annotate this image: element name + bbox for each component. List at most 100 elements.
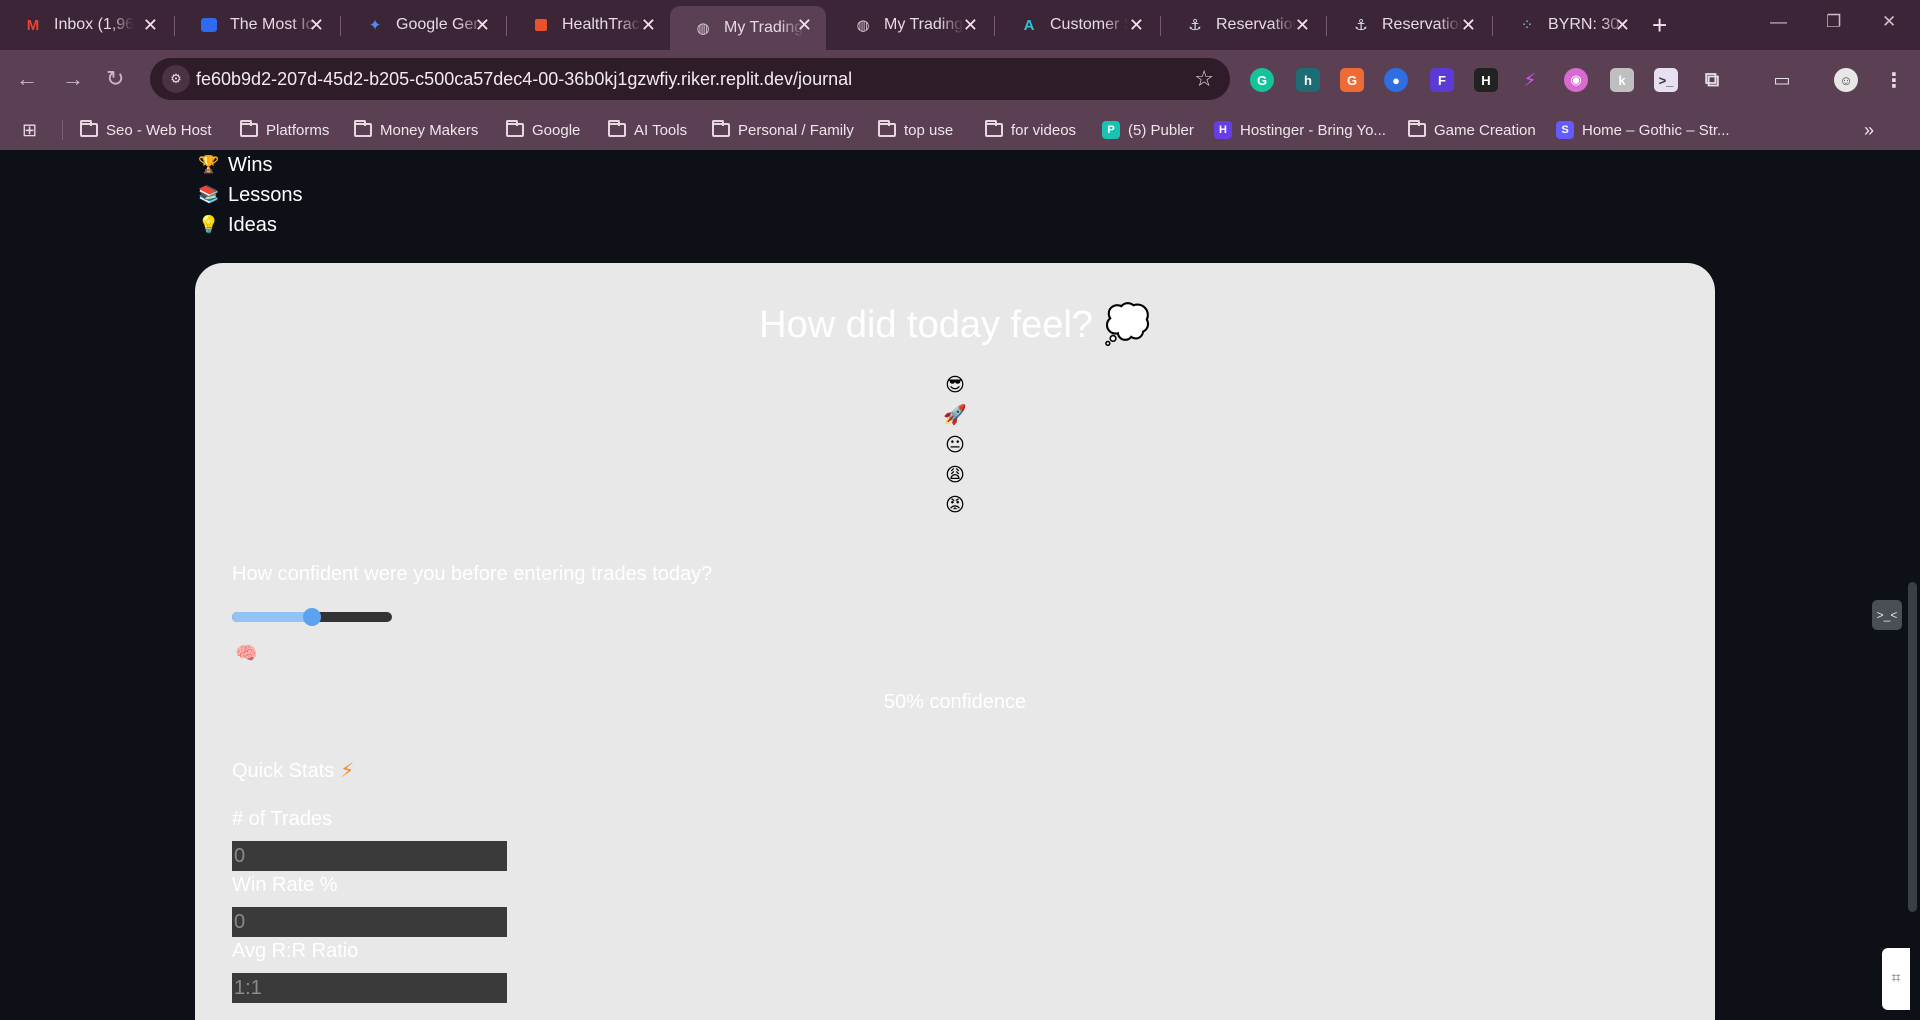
extension-blob-icon[interactable]: ◉: [1564, 68, 1588, 92]
rr-ratio-input[interactable]: [232, 973, 507, 1003]
reload-icon[interactable]: ↻: [106, 66, 124, 92]
avatar[interactable]: ☺: [1834, 68, 1858, 92]
bookmark-home-gothic[interactable]: S Home – Gothic – Str...: [1556, 110, 1730, 150]
extensions-puzzle-icon[interactable]: ⧉: [1700, 68, 1724, 92]
close-icon[interactable]: ✕: [1461, 15, 1476, 35]
folder-icon: [1408, 120, 1426, 137]
more-bookmarks-icon[interactable]: »: [1864, 110, 1874, 150]
forward-icon[interactable]: →: [62, 66, 84, 92]
tab-divider: [1326, 16, 1327, 36]
chart-icon: ⁘: [1520, 17, 1534, 34]
close-icon[interactable]: ✕: [309, 15, 324, 35]
quick-stats-label: Quick Stats: [232, 760, 335, 782]
globe-icon: ◍: [696, 20, 710, 37]
side-panel-tab-icon[interactable]: ⌗: [1882, 948, 1910, 1010]
bookmark-hostinger[interactable]: H Hostinger - Bring Yo...: [1214, 110, 1386, 150]
trophy-icon: 🏆: [198, 155, 220, 174]
close-icon[interactable]: ✕: [1295, 15, 1310, 35]
extension-circle-icon[interactable]: ●: [1384, 68, 1408, 92]
bookmark-star-icon[interactable]: ☆: [1194, 66, 1214, 92]
menu-icon[interactable]: ⋮: [1882, 68, 1906, 92]
tab-label: Reservation: [1382, 16, 1462, 33]
nav-item-wins[interactable]: 🏆 Wins: [198, 150, 303, 180]
tab-my-trading[interactable]: ◍ My Trading ✕: [830, 6, 992, 44]
bookmark-game-creation[interactable]: Game Creation: [1408, 110, 1536, 150]
tab-label: The Most Ic: [230, 16, 314, 33]
grammarly-icon[interactable]: G: [1250, 68, 1274, 92]
tab-divider: [1160, 16, 1161, 36]
new-tab-button[interactable]: +: [1652, 10, 1667, 40]
tab-my-trading-active[interactable]: ◍ My Trading ✕: [670, 6, 826, 50]
gemini-icon: ✦: [368, 17, 382, 34]
tab-most-iconic[interactable]: The Most Ic ✕: [176, 6, 338, 44]
slider-fill: [232, 612, 312, 622]
nav-item-ideas[interactable]: 💡 Ideas: [198, 210, 303, 240]
close-icon[interactable]: ✕: [475, 15, 490, 35]
close-icon[interactable]: ✕: [963, 15, 978, 35]
bookmark-top-use[interactable]: top use: [878, 110, 953, 150]
close-icon[interactable]: ✕: [641, 15, 656, 35]
bookmark-for-videos[interactable]: for videos: [985, 110, 1076, 150]
scrollbar-thumb[interactable]: [1908, 582, 1917, 912]
devtools-widget-icon[interactable]: >_<: [1872, 600, 1902, 630]
lightning-icon: ⚡: [340, 760, 355, 782]
extension-k-icon[interactable]: k: [1610, 68, 1634, 92]
bookmark-money-makers[interactable]: Money Makers: [354, 110, 478, 150]
trades-input[interactable]: [232, 841, 507, 871]
confidence-slider[interactable]: [232, 608, 392, 626]
tab-gmail[interactable]: M Inbox (1,96 ✕: [0, 6, 172, 44]
folder-icon: [878, 120, 896, 137]
restore-icon[interactable]: ❐: [1826, 12, 1841, 32]
bookmark-seo-web-host[interactable]: Seo - Web Host: [80, 110, 212, 150]
close-icon[interactable]: ✕: [143, 15, 158, 35]
site-info-icon[interactable]: ⚙: [162, 65, 190, 93]
feel-title: How did today feel? 💭: [759, 304, 1151, 346]
mood-tired-icon[interactable]: 😩: [943, 460, 967, 490]
url-text[interactable]: fe60b9d2-207d-45d2-b205-c500ca57dec4-00-…: [196, 69, 852, 90]
hostinger-icon: H: [1214, 121, 1232, 139]
stripe-icon: S: [1556, 121, 1574, 139]
slider-thumb[interactable]: [303, 608, 321, 626]
tab-reservation-2[interactable]: ⚓ Reservation ✕: [1328, 6, 1490, 44]
mood-cool-icon[interactable]: 😎: [943, 370, 967, 400]
back-icon[interactable]: ←: [16, 66, 38, 92]
mood-rocket-icon[interactable]: 🚀: [943, 400, 967, 430]
extension-g-icon[interactable]: G: [1340, 68, 1364, 92]
bookmark-publer[interactable]: P (5) Publer: [1102, 110, 1194, 150]
bookmark-platforms[interactable]: Platforms: [240, 110, 329, 150]
bookmark-personal-family[interactable]: Personal / Family: [712, 110, 854, 150]
mood-neutral-icon[interactable]: 😐: [943, 430, 967, 460]
tab-google-gemini[interactable]: ✦ Google Gem ✕: [342, 6, 504, 44]
mood-angry-icon[interactable]: 😡: [943, 490, 967, 520]
journal-nav: 🏆 Wins 📚 Lessons 💡 Ideas: [198, 150, 303, 240]
bookmark-ai-tools[interactable]: AI Tools: [608, 110, 687, 150]
address-bar[interactable]: ⚙ fe60b9d2-207d-45d2-b205-c500ca57dec4-0…: [150, 58, 1230, 100]
nav-item-lessons[interactable]: 📚 Lessons: [198, 180, 303, 210]
lightning-icon[interactable]: ⚡: [1518, 68, 1542, 92]
browser-toolbar: ← → ↻ ⚙ fe60b9d2-207d-45d2-b205-c500ca57…: [0, 50, 1920, 110]
gmail-icon: M: [26, 16, 40, 34]
minimize-icon[interactable]: —: [1770, 12, 1787, 32]
winrate-input[interactable]: [232, 907, 507, 937]
extension-h-icon[interactable]: H: [1474, 68, 1498, 92]
close-icon[interactable]: ✕: [1129, 15, 1144, 35]
tab-reservation-1[interactable]: ⚓ Reservation ✕: [1162, 6, 1324, 44]
extension-f-icon[interactable]: F: [1430, 68, 1454, 92]
tab-search-icon[interactable]: ▭: [1770, 68, 1794, 92]
apps-grid-icon[interactable]: ⊞: [22, 110, 37, 150]
close-icon[interactable]: ✕: [1615, 15, 1630, 35]
tab-byrn[interactable]: ⁘ BYRN: 30.5 ✕: [1494, 6, 1644, 44]
tab-divider: [174, 16, 175, 36]
nav-item-label: Wins: [228, 153, 273, 176]
page-scrollbar[interactable]: [1905, 150, 1920, 1020]
window-close-icon[interactable]: ✕: [1882, 12, 1896, 32]
extension-face-icon[interactable]: >_: [1654, 68, 1678, 92]
tab-customer[interactable]: A Customer S ✕: [996, 6, 1158, 44]
bookmark-google[interactable]: Google: [506, 110, 580, 150]
globe-icon: ◍: [856, 17, 870, 34]
tab-healthtrack[interactable]: HealthTrack ✕: [508, 6, 670, 44]
close-icon[interactable]: ✕: [797, 15, 812, 35]
journal-card: How did today feel? 💭 😎 🚀 😐 😩 😡 How conf…: [195, 263, 1715, 1020]
folder-icon: [985, 120, 1003, 137]
extension-icon[interactable]: h: [1296, 68, 1320, 92]
